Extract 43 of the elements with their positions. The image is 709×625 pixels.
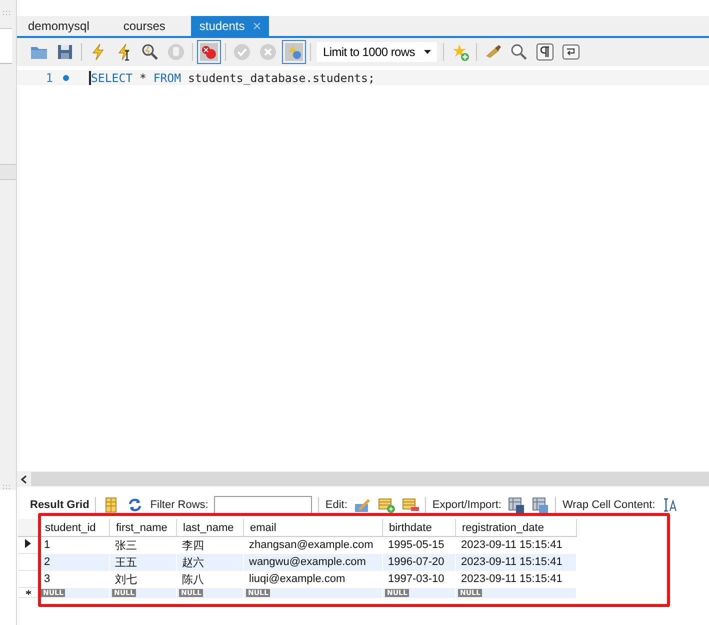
column-header[interactable]: first_name	[110, 519, 176, 536]
stop-on-error-icon[interactable]	[199, 42, 219, 62]
wrap-label: Wrap Cell Content:	[562, 499, 656, 511]
query-tab[interactable]: students	[191, 16, 269, 36]
scroll-left-icon[interactable]	[21, 474, 27, 484]
filter-field[interactable]	[214, 496, 312, 514]
table-cell: 1996-07-20	[382, 554, 456, 570]
column-header[interactable]: email	[244, 519, 382, 536]
column-header[interactable]: student_id	[38, 519, 110, 536]
table-cell: 2023-09-11 15:15:41	[456, 554, 576, 570]
export-icon[interactable]	[507, 496, 526, 514]
delete-row-icon[interactable]	[401, 496, 420, 514]
export-import-label: Export/Import:	[432, 499, 502, 511]
table-cell: 王五	[110, 554, 176, 570]
caret-icon	[424, 50, 431, 54]
wrap-icon[interactable]	[561, 42, 581, 62]
wrap-cell-icon[interactable]	[661, 496, 680, 514]
statement-marker-icon	[63, 74, 69, 80]
table-cell: 2	[38, 554, 110, 570]
auto-commit-icon[interactable]	[284, 42, 304, 62]
table-cell: wangwu@example.com	[244, 554, 382, 570]
edit-label: Edit:	[325, 499, 348, 511]
magnifier-icon[interactable]	[140, 42, 160, 62]
query-tab[interactable]: demomysql	[20, 16, 98, 36]
column-header[interactable]: last_name	[176, 519, 244, 536]
table-cell: 赵六	[176, 554, 244, 570]
line-number: 1	[44, 70, 53, 84]
add-row-icon[interactable]	[377, 496, 396, 514]
query-tab[interactable]: courses	[115, 16, 174, 36]
limit-dropdown[interactable]: Limit to 1000 rows	[317, 42, 437, 62]
column-header[interactable]: registration_date	[456, 519, 576, 536]
import-icon[interactable]	[531, 496, 550, 514]
column-header[interactable]: birthdate	[382, 519, 456, 536]
close-icon[interactable]	[252, 22, 261, 30]
filter-label: Filter Rows:	[150, 499, 208, 511]
checkmark-icon[interactable]	[232, 42, 252, 62]
find-icon[interactable]	[509, 42, 529, 62]
save-icon[interactable]	[55, 42, 75, 62]
pilcrow-icon[interactable]	[535, 42, 555, 62]
result-grid-tab[interactable]: Result Grid	[30, 499, 90, 511]
sql-statement: SELECT * FROM students_database.students;	[89, 70, 375, 84]
edit-pencil-icon[interactable]	[353, 496, 372, 514]
new-row-icon	[24, 588, 32, 596]
